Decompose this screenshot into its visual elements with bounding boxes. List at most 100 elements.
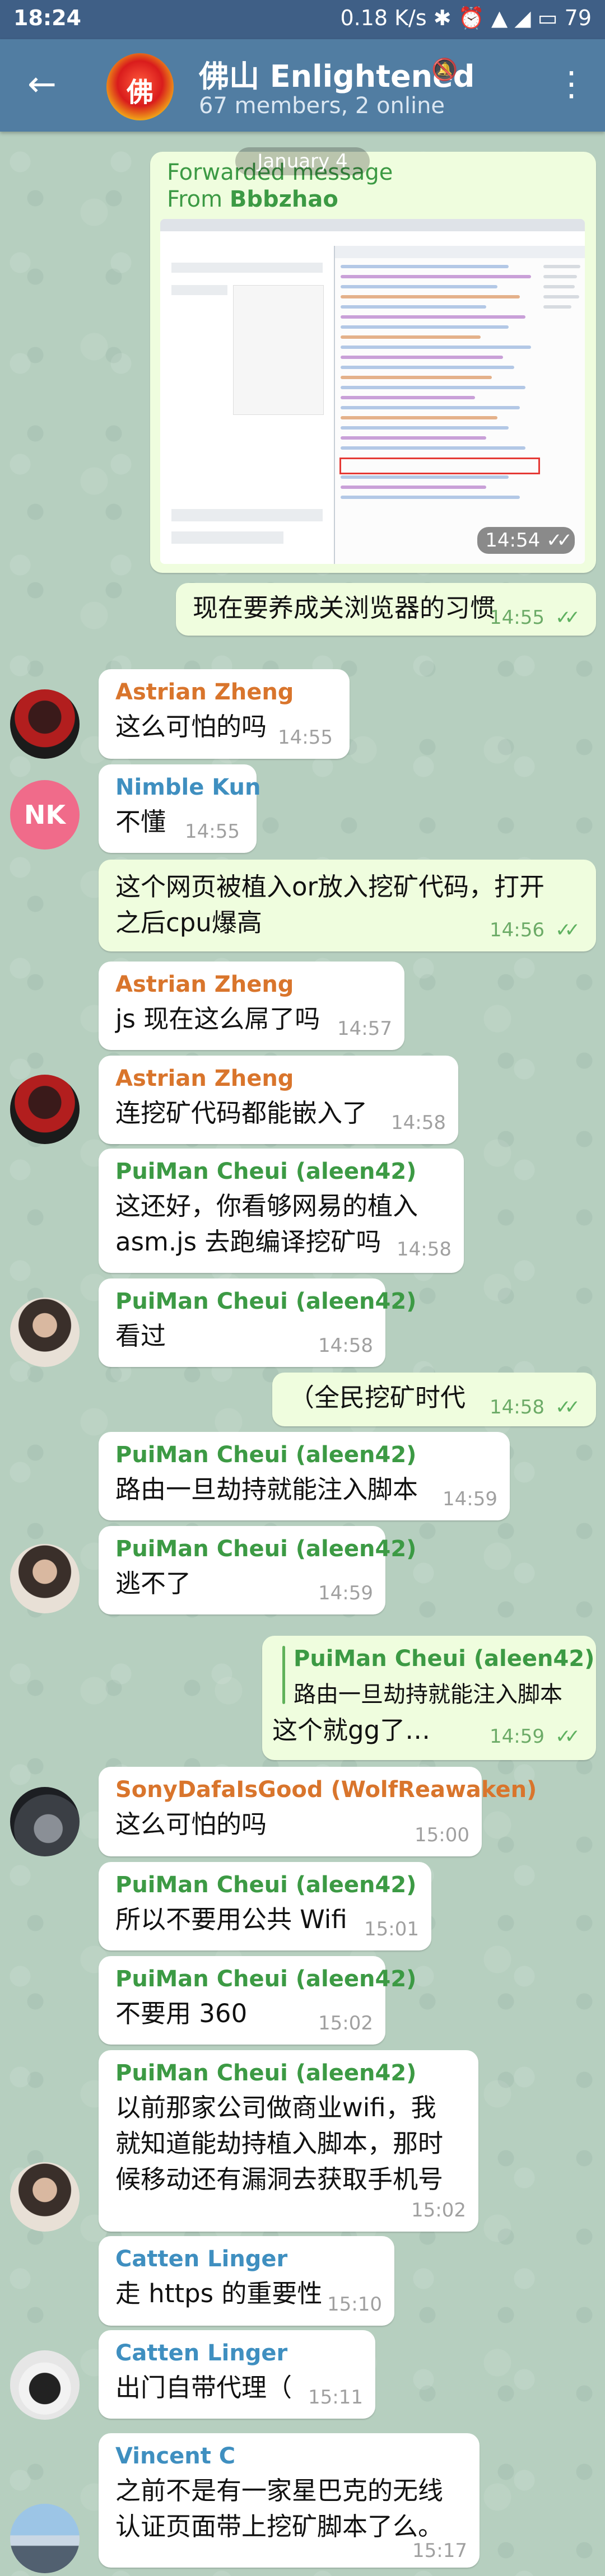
message-text-line-2: 就知道能劫持植入脚本，那时 [115, 2129, 444, 2158]
date-divider: January 4 [235, 147, 370, 175]
message-time: 14:59 [318, 1582, 373, 1604]
message-text: 现在要养成关浏览器的习惯 [193, 593, 496, 623]
avatar-nimble-kun[interactable]: NK [10, 780, 80, 850]
message-time: 15:02 [411, 2199, 466, 2222]
message-sender[interactable]: PuiMan Cheui (aleen42) [115, 2060, 416, 2086]
message-time: 14:55 [278, 726, 333, 749]
message-time: 15:01 [364, 1918, 419, 1940]
group-member-count: 67 members, 2 online [199, 93, 445, 119]
message-time: 14:58 [397, 1238, 452, 1261]
message-text: （全民挖矿时代 [289, 1383, 466, 1412]
incoming-message[interactable]: PuiMan Cheui (aleen42) 这还好，你看够网易的植入 asm.… [99, 1149, 464, 1273]
message-time: 15:02 [318, 2012, 373, 2034]
outgoing-message[interactable]: 这个网页被植入or放入挖矿代码，打开 之后cpu爆高 14:56 ✓✓ [99, 860, 596, 951]
devtools-screenshot-image[interactable]: 14:54 ✓✓ [160, 219, 585, 564]
message-time: 14:57 [337, 1018, 392, 1040]
incoming-message[interactable]: Astrian Zheng js 现在这么屌了吗 14:57 [99, 962, 404, 1050]
message-sender[interactable]: SonyDafaIsGood (WolfReawaken) [115, 1777, 537, 1803]
message-text: js 现在这么屌了吗 [115, 1004, 320, 1034]
message-time: 15:17 [412, 2540, 467, 2562]
message-sender[interactable]: PuiMan Cheui (aleen42) [115, 1159, 416, 1184]
forwarded-message-bubble[interactable]: Forwarded message From Bbbzhao 14:54 ✓✓ [150, 152, 596, 573]
message-text-line-2: asm.js 去跑编译挖矿吗 [115, 1227, 381, 1257]
incoming-message[interactable]: PuiMan Cheui (aleen42) 所以不要用公共 Wifi 15:0… [99, 1862, 431, 1950]
message-time: 14:56 [490, 919, 544, 941]
message-text-line-1: 这个网页被植入or放入挖矿代码，打开 [115, 872, 545, 902]
message-text: 所以不要用公共 Wifi [115, 1905, 347, 1934]
message-time: 15:00 [415, 1824, 469, 1846]
message-sender[interactable]: PuiMan Cheui (aleen42) [115, 1536, 416, 1562]
message-time: 14:59 [490, 1725, 544, 1748]
avatar-astrian-zheng[interactable] [10, 689, 80, 759]
avatar-sonydafaisgood[interactable] [10, 1787, 80, 1856]
message-time: 14:58 [391, 1112, 446, 1134]
incoming-message[interactable]: PuiMan Cheui (aleen42) 路由一旦劫持就能注入脚本 14:5… [99, 1432, 510, 1520]
more-menu-icon[interactable]: ⋮ [555, 62, 588, 106]
message-time: 14:55 [185, 820, 240, 843]
message-sender[interactable]: PuiMan Cheui (aleen42) [115, 1289, 416, 1314]
read-check-icon: ✓✓ [555, 1396, 580, 1418]
reply-quote-bar [282, 1646, 285, 1704]
avatar-puiman-cheui[interactable] [10, 1298, 80, 1367]
forwarded-from-name[interactable]: Bbbzhao [230, 186, 338, 212]
message-sender[interactable]: PuiMan Cheui (aleen42) [115, 1966, 416, 1992]
message-list[interactable]: Forwarded message From Bbbzhao 14:54 ✓✓ … [0, 132, 605, 2576]
incoming-message[interactable]: SonyDafaIsGood (WolfReawaken) 这么可怕的吗 15:… [99, 1767, 537, 1856]
message-sender[interactable]: Astrian Zheng [115, 679, 294, 705]
avatar-catten-linger[interactable] [10, 2350, 80, 2420]
message-time: 15:10 [327, 2293, 382, 2316]
read-check-icon: ✓✓ [546, 529, 573, 552]
outgoing-reply-message[interactable]: PuiMan Cheui (aleen42) 路由一旦劫持就能注入脚本 这个就g… [262, 1636, 596, 1760]
message-text: 看过 [115, 1321, 166, 1351]
incoming-message[interactable]: Astrian Zheng 这么可怕的吗 14:55 [99, 669, 350, 759]
message-time: 14:58 [318, 1334, 373, 1357]
message-sender[interactable]: Vincent C [115, 2443, 235, 2469]
incoming-message[interactable]: Vincent C 之前不是有一家星巴克的无线 认证页面带上挖矿脚本了么。 15… [99, 2433, 480, 2568]
browser-tab-bar [160, 219, 585, 231]
message-text-line-1: 之前不是有一家星巴克的无线 [115, 2476, 444, 2505]
avatar-astrian-zheng[interactable] [10, 1075, 80, 1144]
group-avatar[interactable]: 佛 [106, 53, 174, 120]
message-time: 14:58 [490, 1396, 544, 1418]
message-text: 连挖矿代码都能嵌入了 [115, 1098, 368, 1128]
message-sender[interactable]: Nimble Kun [115, 774, 261, 800]
message-sender[interactable]: Astrian Zheng [115, 1066, 294, 1091]
outgoing-message[interactable]: 现在要养成关浏览器的习惯 14:55 ✓✓ [176, 583, 596, 636]
forwarded-from: From Bbbzhao [167, 186, 338, 212]
message-text-line-2: 之后cpu爆高 [115, 908, 262, 937]
incoming-message[interactable]: Astrian Zheng 连挖矿代码都能嵌入了 14:58 [99, 1056, 458, 1144]
webpage-area [160, 246, 334, 564]
outgoing-message[interactable]: （全民挖矿时代 14:58 ✓✓ [272, 1373, 596, 1426]
incoming-message[interactable]: Nimble Kun 不懂 14:55 [99, 764, 261, 853]
avatar-vincent-c[interactable] [10, 2504, 80, 2573]
message-text: 不懂 [115, 807, 166, 837]
read-check-icon: ✓✓ [555, 606, 580, 629]
incoming-message[interactable]: PuiMan Cheui (aleen42) 以前那家公司做商业wifi，我 就… [99, 2050, 478, 2232]
muted-icon: 🔕 [431, 57, 458, 82]
avatar-puiman-cheui[interactable] [10, 1544, 80, 1613]
incoming-message[interactable]: Catten Linger 走 https 的重要性 15:10 [99, 2236, 394, 2326]
message-sender[interactable]: PuiMan Cheui (aleen42) [115, 1442, 416, 1468]
reply-quote-sender[interactable]: PuiMan Cheui (aleen42) [294, 1646, 594, 1672]
status-time: 18:24 [13, 6, 81, 30]
avatar-puiman-cheui[interactable] [10, 2162, 80, 2232]
forwarded-from-prefix: From [167, 186, 230, 212]
message-sender[interactable]: PuiMan Cheui (aleen42) [115, 1872, 416, 1898]
reply-quote-text[interactable]: 路由一旦劫持就能注入脚本 [294, 1676, 562, 1709]
group-avatar-text: 佛 [126, 77, 153, 108]
browser-address-bar [160, 231, 585, 246]
message-sender[interactable]: Catten Linger [115, 2340, 287, 2366]
incoming-message[interactable]: PuiMan Cheui (aleen42) 看过 14:58 [99, 1278, 416, 1367]
forwarded-time: 14:54 ✓✓ [477, 527, 575, 554]
back-arrow-icon[interactable]: ← [22, 66, 62, 105]
incoming-message[interactable]: PuiMan Cheui (aleen42) 逃不了 14:59 [99, 1526, 416, 1614]
message-text-line-1: 这还好，你看够网易的植入 [115, 1191, 418, 1221]
message-text: 这么可怕的吗 [115, 712, 267, 741]
message-sender[interactable]: Catten Linger [115, 2246, 287, 2272]
incoming-message[interactable]: Catten Linger 出门自带代理（ 15:11 [99, 2330, 375, 2419]
status-icons: 0.18 K/s ✱ ⏰ ▲ ◢ ▭ 79 [340, 6, 592, 30]
incoming-message[interactable]: PuiMan Cheui (aleen42) 不要用 360 15:02 [99, 1956, 416, 2045]
message-sender[interactable]: Astrian Zheng [115, 972, 294, 997]
message-text: 出门自带代理（ [115, 2373, 292, 2402]
message-time: 14:55 [490, 606, 544, 629]
